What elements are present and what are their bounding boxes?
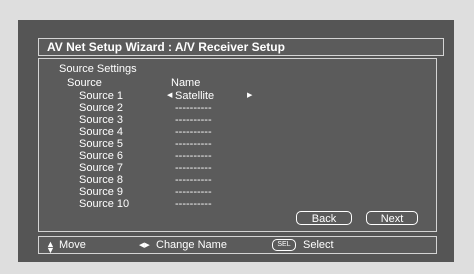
- source-name-value[interactable]: ----------: [175, 150, 212, 162]
- sel-key-badge: SEL: [272, 239, 296, 251]
- wizard-title: AV Net Setup Wizard : A/V Receiver Setup: [38, 38, 444, 56]
- source-name-value[interactable]: ----------: [175, 198, 212, 210]
- source-label: Source 3: [79, 114, 124, 126]
- source-label: Source 6: [79, 150, 124, 162]
- back-button[interactable]: Back: [296, 211, 352, 225]
- column-header-name: Name: [171, 77, 201, 89]
- source-settings-panel: Source Settings Source Name Source 1 ◀ S…: [38, 58, 437, 232]
- source-label: Source 9: [79, 186, 124, 198]
- section-title: Source Settings: [59, 63, 137, 75]
- help-select-label: Select: [303, 239, 334, 251]
- source-name-value[interactable]: ----------: [175, 174, 212, 186]
- up-down-arrows-icon: ▼: [46, 245, 55, 255]
- source-label: Source 2: [79, 102, 124, 114]
- source-name-value[interactable]: ----------: [175, 114, 212, 126]
- source-label: Source 8: [79, 174, 124, 186]
- source-name-value[interactable]: Satellite: [175, 90, 214, 102]
- next-button[interactable]: Next: [366, 211, 418, 225]
- help-bar: ▲ ▼ Move ◀▶ Change Name SEL Select: [38, 236, 437, 255]
- help-move-label: Move: [59, 239, 86, 251]
- column-header-source: Source: [67, 77, 102, 89]
- source-name-value[interactable]: ----------: [175, 102, 212, 114]
- source-name-value[interactable]: ----------: [175, 162, 212, 174]
- help-change-name-label: Change Name: [156, 239, 227, 251]
- source-label: Source 4: [79, 126, 124, 138]
- left-right-arrows-icon: ◀▶: [139, 242, 150, 249]
- source-name-value[interactable]: ----------: [175, 138, 212, 150]
- source-name-value[interactable]: ----------: [175, 186, 212, 198]
- arrow-left-icon[interactable]: ◀: [167, 90, 172, 102]
- source-label: Source 10: [79, 198, 130, 210]
- source-label: Source 5: [79, 138, 124, 150]
- source-label: Source 7: [79, 162, 124, 174]
- source-name-value[interactable]: ----------: [175, 126, 212, 138]
- arrow-right-icon[interactable]: ▶: [247, 90, 252, 102]
- source-label: Source 1: [79, 90, 124, 102]
